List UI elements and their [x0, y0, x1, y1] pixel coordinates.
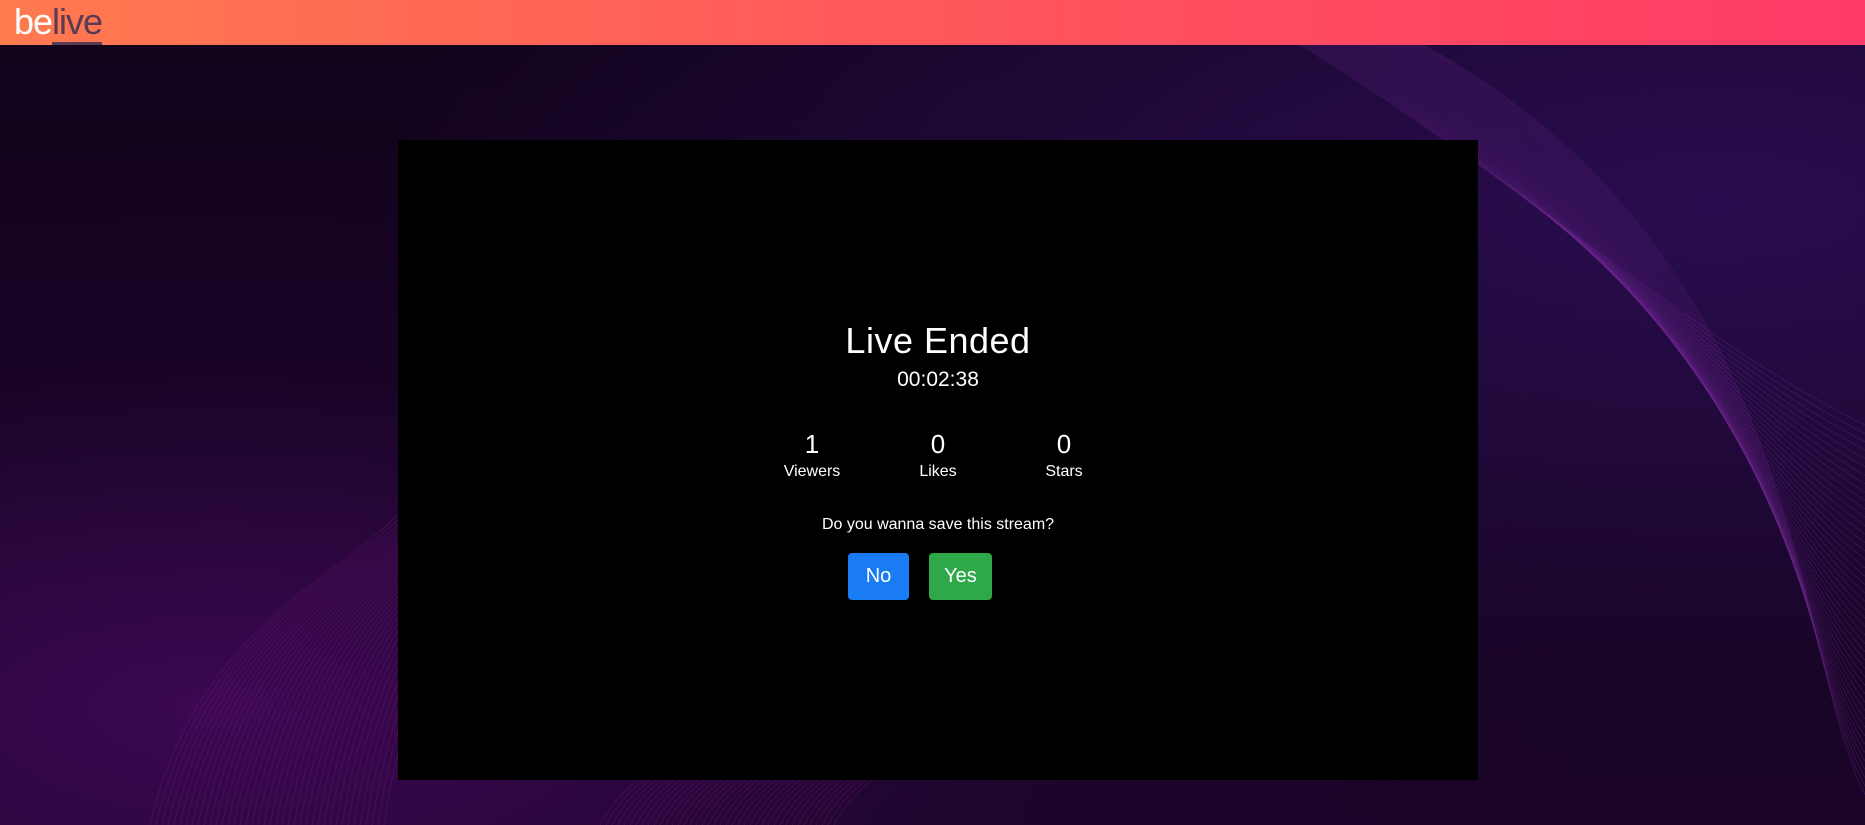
viewers-label: Viewers	[783, 463, 841, 480]
save-stream-question: Do you wanna save this stream?	[821, 516, 1055, 533]
stat-stars: 0 Stars	[1001, 429, 1127, 483]
stars-label: Stars	[1045, 463, 1083, 480]
stars-count: 0	[1056, 429, 1072, 459]
likes-label: Likes	[919, 463, 957, 480]
likes-count: 0	[930, 429, 946, 459]
stat-likes: 0 Likes	[875, 429, 1001, 483]
stream-stats: 1 Viewers 0 Likes 0 Stars	[398, 429, 1478, 483]
live-ended-panel: Live Ended 00:02:38 1 Viewers 0 Likes 0 …	[398, 140, 1478, 780]
save-stream-actions: No Yes	[398, 553, 1478, 600]
yes-button[interactable]: Yes	[929, 553, 992, 600]
stat-viewers: 1 Viewers	[749, 429, 875, 483]
top-bar: belive	[0, 0, 1865, 45]
viewers-count: 1	[804, 429, 820, 459]
logo-live: live	[52, 1, 103, 45]
stream-duration: 00:02:38	[897, 368, 979, 391]
background: Live Ended 00:02:38 1 Viewers 0 Likes 0 …	[0, 45, 1865, 825]
logo-be: be	[14, 1, 53, 42]
no-button[interactable]: No	[848, 553, 909, 600]
live-ended-title: Live Ended	[845, 320, 1031, 361]
belive-logo[interactable]: belive	[14, 1, 103, 45]
